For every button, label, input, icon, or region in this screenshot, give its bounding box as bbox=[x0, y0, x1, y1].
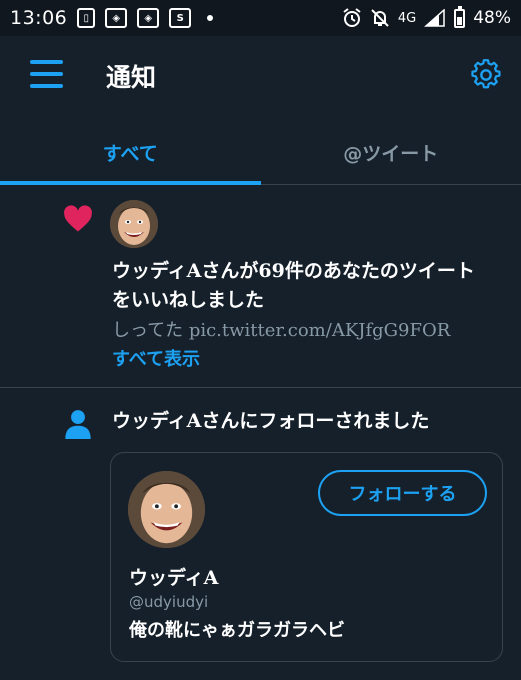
user-handle: @udyiudyi bbox=[129, 593, 209, 611]
follow-notification[interactable]: ウッディAさんにフォローされました フォローする ウッディA @udyiudyi… bbox=[0, 389, 521, 680]
follow-notification-text: ウッディAさんにフォローされました bbox=[112, 410, 430, 432]
heart-icon bbox=[64, 205, 92, 232]
user-display-name[interactable]: ウッディA bbox=[129, 563, 218, 590]
battery-icon bbox=[454, 5, 466, 28]
avatar-face-image bbox=[128, 471, 205, 548]
status-left: 13:06 ▯ ◈ ◈ S bbox=[10, 7, 214, 29]
follow-button[interactable]: フォローする bbox=[318, 470, 487, 516]
notification-tabs: すべて @ツイート bbox=[0, 120, 521, 185]
tweet-preview-text: しってた pic.twitter.com/AKJfgG9FOR bbox=[112, 320, 451, 341]
person-icon bbox=[65, 410, 91, 439]
status-bar: 13:06 ▯ ◈ ◈ S 4G 48% bbox=[0, 0, 521, 36]
battery-percent: 48% bbox=[473, 8, 511, 28]
gear-icon[interactable] bbox=[470, 59, 502, 91]
sim-card-icon: ▯ bbox=[77, 8, 96, 28]
network-type: 4G bbox=[397, 10, 417, 26]
avatar[interactable] bbox=[110, 200, 158, 248]
app-notification-icon-2: ◈ bbox=[137, 8, 160, 28]
user-card-avatar[interactable] bbox=[128, 471, 205, 548]
app-header: 通知 bbox=[0, 36, 521, 120]
user-card[interactable]: フォローする ウッディA @udyiudyi 俺の靴にゃぁガラガラヘビ bbox=[110, 452, 503, 662]
like-notification-text: ウッディAさんが69件のあなたのツイートをいいねしました bbox=[112, 260, 475, 311]
user-bio: 俺の靴にゃぁガラガラヘビ bbox=[129, 620, 345, 641]
news-app-icon: S bbox=[169, 8, 192, 28]
status-right: 4G 48% bbox=[342, 5, 511, 28]
hamburger-menu-icon[interactable] bbox=[30, 60, 63, 88]
tab-mentions-label: @ツイート bbox=[343, 142, 439, 165]
alarm-icon bbox=[343, 8, 361, 27]
signal-strength-icon bbox=[424, 9, 445, 27]
battery-level bbox=[457, 17, 463, 25]
muted-bell-icon bbox=[371, 9, 389, 27]
tab-all[interactable]: すべて bbox=[0, 120, 261, 185]
tab-all-label: すべて bbox=[102, 142, 158, 165]
tab-mentions[interactable]: @ツイート bbox=[261, 120, 521, 184]
avatar-face-image bbox=[110, 200, 158, 248]
app-notification-icon: ◈ bbox=[105, 8, 128, 28]
like-notification[interactable]: ウッディAさんが69件のあなたのツイートをいいねしました しってた pic.tw… bbox=[0, 185, 521, 388]
status-time: 13:06 bbox=[10, 7, 68, 29]
page-title: 通知 bbox=[106, 63, 157, 92]
show-all-link[interactable]: すべて表示 bbox=[112, 345, 200, 371]
more-notifications-dot-icon bbox=[207, 15, 214, 21]
